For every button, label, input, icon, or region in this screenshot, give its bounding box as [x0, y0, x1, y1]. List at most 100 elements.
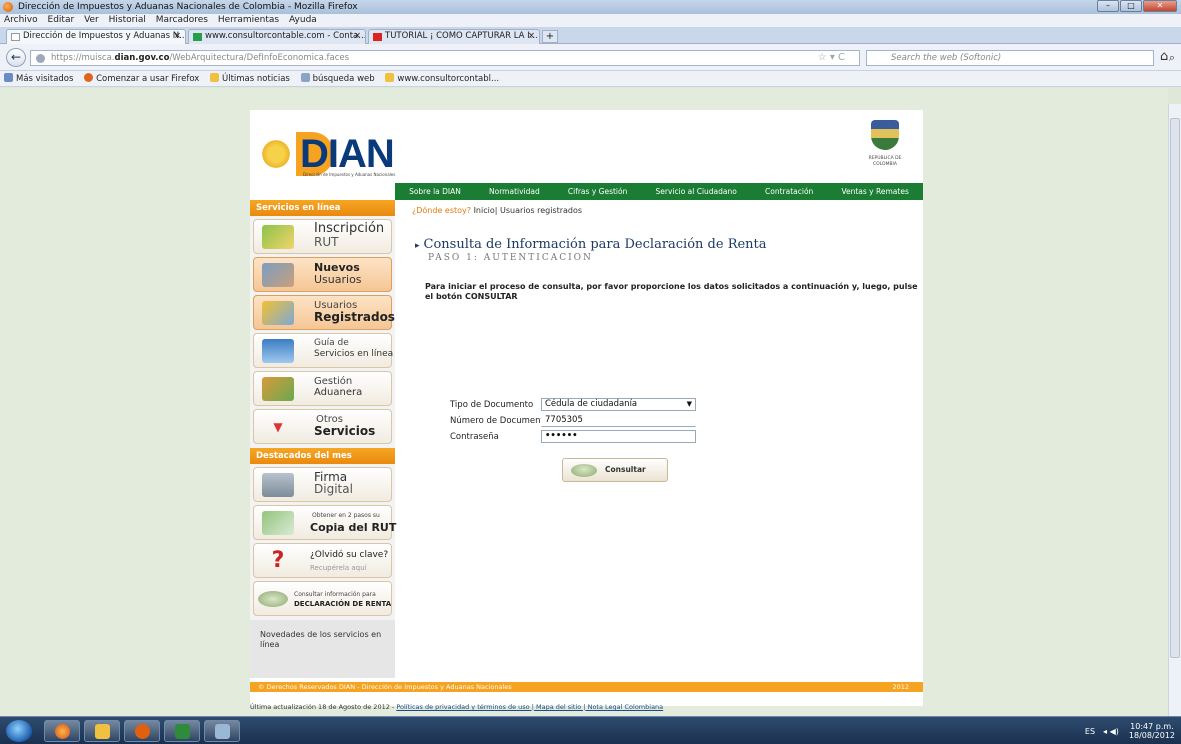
sidebar-item-label: ¿Olvidó su clave?: [310, 550, 389, 560]
scrollbar-thumb[interactable]: [1170, 118, 1180, 658]
sidebar-item-usuarios-registrados[interactable]: Usuarios Registrados: [253, 295, 395, 330]
guide-icon: [262, 339, 294, 363]
nav-normatividad[interactable]: Normatividad: [489, 187, 540, 196]
footer-links[interactable]: Políticas de privacidad y términos de us…: [396, 703, 663, 711]
tab-close-icon[interactable]: ×: [354, 30, 361, 43]
tab-consultorcontable[interactable]: www.consultorcontable.com - Conta... ×: [188, 29, 366, 44]
numero-documento-label: Número de Documento: [450, 416, 550, 426]
bookmark-mas-visitados[interactable]: Más visitados: [4, 73, 74, 84]
dian-page: DIAN Dirección de Impuestos y Aduanas Na…: [250, 110, 923, 706]
nav-cifras-gestion[interactable]: Cifras y Gestión: [568, 187, 627, 196]
firefox-icon: [55, 724, 70, 739]
sidebar-item-sublabel: Servicios: [314, 424, 376, 438]
search-icon[interactable]: ⌕: [1169, 51, 1175, 65]
system-tray: ES ◂ ◀) 10:47 p.m. 18/08/2012: [1085, 717, 1175, 744]
sidebar-item-label: Nuevos: [314, 261, 360, 274]
step-label: PASO 1: AUTENTICACION: [428, 253, 593, 263]
clock[interactable]: 10:47 p.m. 18/08/2012: [1129, 722, 1175, 740]
consultar-button[interactable]: Consultar: [562, 458, 668, 482]
tab-tutorial[interactable]: TUTORIAL ¡ COMO CAPTURAR LA I... ×: [368, 29, 540, 44]
coat-of-arms-icon: [871, 120, 899, 150]
language-indicator[interactable]: ES: [1085, 727, 1095, 736]
taskbar-firefox[interactable]: [44, 720, 80, 742]
tab-label: www.consultorcontable.com - Conta...: [205, 31, 366, 41]
top-navigation: Sobre la DIAN Normatividad Cifras y Gest…: [395, 183, 923, 200]
menu-archivo[interactable]: Archivo: [4, 15, 38, 25]
nav-servicio-ciudadano[interactable]: Servicio al Ciudadano: [656, 187, 737, 196]
novedades-link[interactable]: Novedades de los servicios en línea: [250, 620, 395, 678]
search-input[interactable]: Search the web (Softonic) ⌕: [866, 50, 1175, 66]
chevron-down-icon: ▼: [686, 400, 692, 408]
sidebar-item-guia-servicios[interactable]: Guía de Servicios en línea: [253, 333, 393, 368]
rss-folder-icon: [210, 73, 219, 82]
bookmark-label: Más visitados: [16, 74, 74, 84]
sidebar-item-declaracion-renta[interactable]: Consultar información para DECLARACIÓN D…: [253, 581, 392, 616]
consultar-label: Consultar: [605, 465, 646, 474]
sidebar-item-sublabel: DECLARACIÓN DE RENTA: [294, 600, 392, 608]
numero-documento-input[interactable]: 7705305: [541, 414, 696, 427]
nav-sobre-dian[interactable]: Sobre la DIAN: [409, 187, 461, 196]
menu-historial[interactable]: Historial: [109, 15, 146, 25]
media-icon: [135, 724, 150, 739]
colombia-crest: REPÚBLICA DE COLOMBIA: [860, 120, 910, 178]
bookmark-ultimas-noticias[interactable]: Últimas noticias: [210, 73, 290, 84]
vertical-scrollbar[interactable]: [1168, 104, 1181, 716]
search-icon: [300, 73, 310, 82]
sidebar-item-gestion-aduanera[interactable]: Gestión Aduanera: [253, 371, 392, 406]
volume-icon[interactable]: ◂ ◀): [1103, 727, 1119, 736]
tab-close-icon[interactable]: ×: [174, 30, 181, 43]
menu-editar[interactable]: Editar: [48, 15, 75, 25]
sidebar-item-sublabel: Aduanera: [314, 387, 363, 398]
taskbar-excel[interactable]: [164, 720, 200, 742]
bookmark-busqueda-web[interactable]: búsqueda web: [300, 73, 375, 84]
title-marker-icon: ▸: [415, 241, 420, 251]
maximize-button[interactable]: □: [1120, 0, 1142, 12]
minimize-button[interactable]: –: [1097, 0, 1119, 12]
tab-label: TUTORIAL ¡ COMO CAPTURAR LA I...: [385, 31, 538, 41]
tab-close-icon[interactable]: ×: [528, 30, 535, 43]
sidebar-item-nuevos-usuarios[interactable]: Nuevos Usuarios: [253, 257, 392, 292]
close-window-button[interactable]: ✕: [1143, 0, 1177, 12]
bookmark-consultorcontable[interactable]: www.consultorcontabl...: [385, 73, 499, 84]
tipo-documento-select[interactable]: Cédula de ciudadanía ▼: [541, 398, 696, 411]
home-icon[interactable]: ⌂: [1160, 49, 1168, 64]
sidebar-item-otros-servicios[interactable]: ▼ Otros Servicios: [253, 409, 392, 444]
bookmark-icon: [4, 73, 13, 82]
menu-ayuda[interactable]: Ayuda: [289, 15, 317, 25]
window-title: Dirección de Impuestos y Aduanas Naciona…: [18, 2, 358, 12]
search-placeholder: Search the web (Softonic): [891, 53, 1002, 63]
site-identity-icon[interactable]: [36, 54, 45, 63]
start-button[interactable]: [6, 720, 32, 742]
menu-marcadores[interactable]: Marcadores: [156, 15, 208, 25]
sidebar-item-inscripcion-rut[interactable]: Inscripción RUT: [253, 219, 392, 254]
page-title-text: Consulta de Información para Declaración…: [423, 237, 767, 252]
bookmark-star-icon[interactable]: ☆ ▾ C: [818, 51, 845, 65]
dian-logo[interactable]: DIAN Dirección de Impuestos y Aduanas Na…: [260, 124, 400, 180]
url-bar[interactable]: https://muisca.dian.gov.co/WebArquitectu…: [30, 50, 860, 66]
nav-ventas-remates[interactable]: Ventas y Remates: [841, 187, 908, 196]
nav-contratacion[interactable]: Contratación: [765, 187, 813, 196]
menu-ver[interactable]: Ver: [84, 15, 99, 25]
bookmark-comenzar-firefox[interactable]: Comenzar a usar Firefox: [84, 73, 199, 84]
password-input[interactable]: ••••••: [541, 430, 696, 443]
crest-text: REPÚBLICA DE COLOMBIA: [868, 156, 902, 167]
breadcrumb-where: ¿Dónde estoy?: [412, 206, 472, 215]
taskbar-app[interactable]: [204, 720, 240, 742]
instructions-text: Para iniciar el proceso de consulta, por…: [425, 282, 918, 301]
breadcrumb-path[interactable]: Inicio| Usuarios registrados: [474, 206, 583, 215]
windows-taskbar: ES ◂ ◀) 10:47 p.m. 18/08/2012: [0, 716, 1181, 744]
menu-herramientas[interactable]: Herramientas: [218, 15, 279, 25]
sidebar-item-sublabel: Copia del RUT: [310, 521, 397, 534]
sidebar-item-firma-digital[interactable]: Firma Digital: [253, 467, 392, 502]
menubar: Archivo Editar Ver Historial Marcadores …: [0, 14, 1181, 27]
back-button[interactable]: ←: [6, 48, 26, 67]
bookmark-label: búsqueda web: [312, 74, 375, 84]
taskbar-media[interactable]: [124, 720, 160, 742]
new-tab-button[interactable]: +: [542, 30, 558, 43]
sun-icon: [260, 138, 292, 170]
youtube-icon: [373, 33, 382, 41]
tab-dian[interactable]: Dirección de Impuestos y Aduanas N... ×: [6, 29, 186, 44]
sidebar-item-olvido-clave[interactable]: ? ¿Olvidó su clave? Recupérela aquí: [253, 543, 392, 578]
taskbar-explorer[interactable]: [84, 720, 120, 742]
sidebar-item-copia-rut[interactable]: Obtener en 2 pasos su Copia del RUT: [253, 505, 396, 540]
